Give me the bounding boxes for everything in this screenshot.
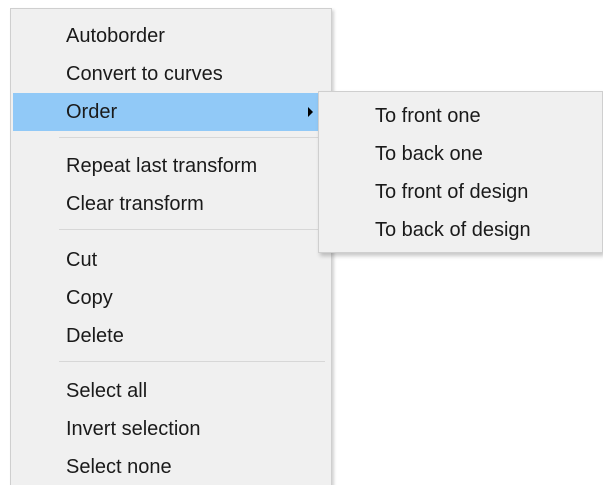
menu-item-label: Invert selection	[66, 418, 201, 440]
screen: Autoborder Convert to curves Order Repea…	[0, 0, 603, 485]
submenu-item-label: To front one	[375, 105, 481, 127]
submenu-arrow-icon	[308, 107, 313, 117]
submenu-item-to-front-one[interactable]: To front one	[319, 97, 599, 135]
menu-item-label: Select none	[66, 456, 172, 478]
submenu-item-to-back-of-design[interactable]: To back of design	[319, 211, 599, 249]
menu-item-clear-transform[interactable]: Clear transform	[13, 185, 329, 223]
submenu-item-label: To back of design	[375, 219, 531, 241]
menu-separator	[59, 137, 325, 138]
menu-separator	[59, 361, 325, 362]
menu-item-repeat-last-transform[interactable]: Repeat last transform	[13, 147, 329, 185]
menu-item-label: Order	[66, 101, 118, 123]
menu-item-invert-selection[interactable]: Invert selection	[13, 410, 329, 448]
menu-item-autoborder[interactable]: Autoborder	[13, 17, 329, 55]
order-submenu: To front one To back one To front of des…	[318, 91, 603, 253]
menu-item-label: Select all	[66, 380, 148, 402]
menu-separator	[59, 229, 325, 230]
menu-item-label: Convert to curves	[66, 63, 223, 85]
submenu-item-label: To front of design	[375, 181, 529, 203]
menu-item-label: Autoborder	[66, 25, 165, 47]
submenu-item-to-front-of-design[interactable]: To front of design	[319, 173, 599, 211]
menu-item-label: Cut	[66, 249, 98, 271]
menu-item-copy[interactable]: Copy	[13, 279, 329, 317]
submenu-item-label: To back one	[375, 143, 483, 165]
context-menu: Autoborder Convert to curves Order Repea…	[10, 8, 332, 485]
menu-item-cut[interactable]: Cut	[13, 241, 329, 279]
menu-item-select-all[interactable]: Select all	[13, 372, 329, 410]
menu-item-label: Clear transform	[66, 193, 204, 215]
menu-item-label: Delete	[66, 325, 124, 347]
menu-item-label: Copy	[66, 287, 113, 309]
submenu-item-to-back-one[interactable]: To back one	[319, 135, 599, 173]
menu-item-label: Repeat last transform	[66, 155, 258, 177]
menu-item-select-none[interactable]: Select none	[13, 448, 329, 485]
menu-item-delete[interactable]: Delete	[13, 317, 329, 355]
menu-item-convert-to-curves[interactable]: Convert to curves	[13, 55, 329, 93]
menu-item-order[interactable]: Order	[13, 93, 329, 131]
